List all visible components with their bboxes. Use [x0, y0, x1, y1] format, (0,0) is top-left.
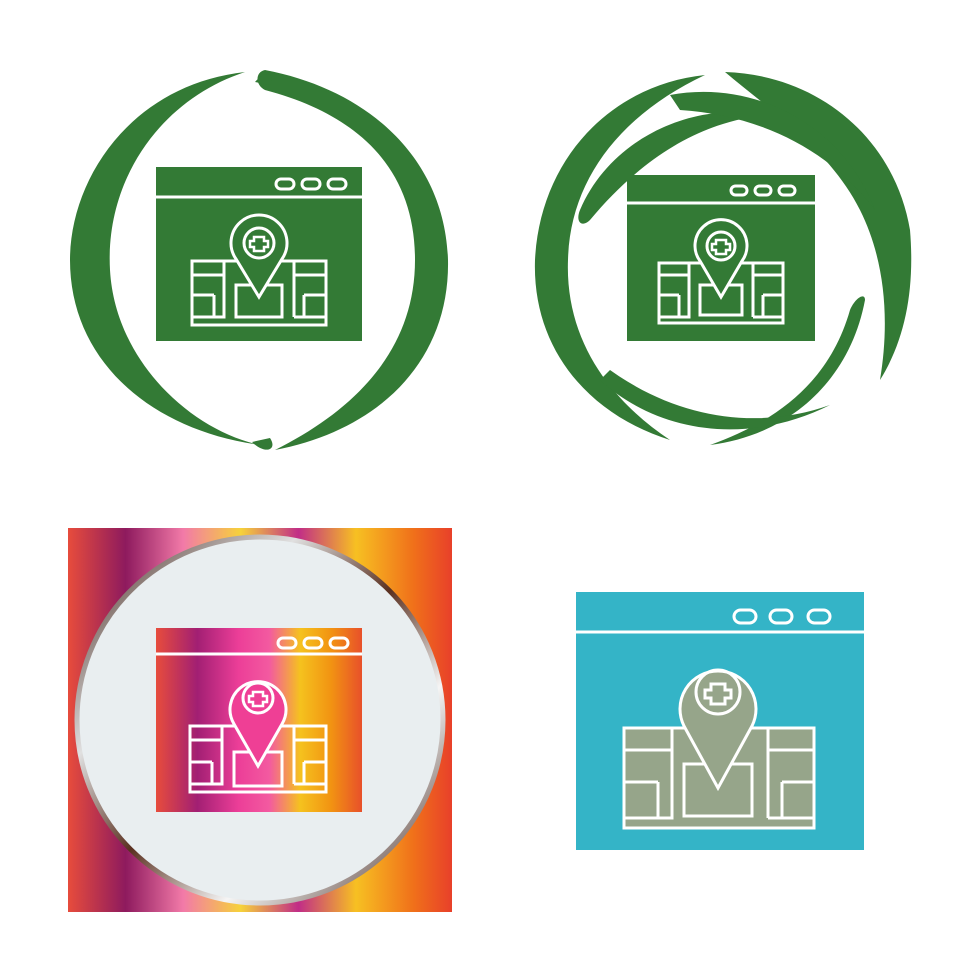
map-location-icon: [576, 592, 864, 850]
map-location-icon: [70, 70, 449, 450]
map-location-icon: [534, 72, 912, 445]
icon-tile-green-swirl: [520, 60, 920, 460]
map-location-icon: [68, 528, 452, 912]
icon-tile-flat: [576, 592, 866, 852]
browser-window-glyph: [627, 175, 815, 341]
icon-tile-green-ring: [60, 60, 460, 460]
browser-window-glyph: [156, 167, 362, 341]
browser-window-glyph: [156, 628, 362, 812]
icon-tile-gradient: [68, 528, 452, 912]
